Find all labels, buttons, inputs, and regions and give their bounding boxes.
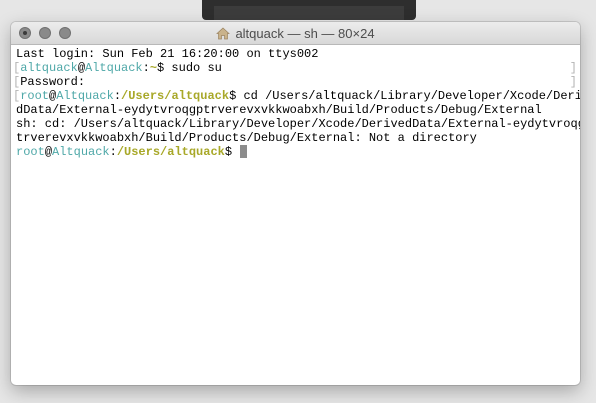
prompt-host: Altquack xyxy=(56,89,114,103)
prompt-sep: : xyxy=(113,89,122,103)
window-title-group: altquack — sh — 80×24 xyxy=(11,22,580,44)
terminal-line-sudo: [altquack@Altquack:~$ sudo su] xyxy=(13,61,577,75)
text-cursor xyxy=(240,145,248,158)
error-text: sh: cd: /Users/altquack/Library/Develope… xyxy=(16,117,580,131)
last-login-text: Last login: Sun Feb 21 16:20:00 on ttys0… xyxy=(16,47,319,61)
password-prompt: Password: xyxy=(20,75,86,89)
prompt-user: root xyxy=(16,145,45,159)
terminal-line-error-2: trverevxvkkwoabxh/Build/Products/Debug/E… xyxy=(16,131,575,145)
prompt-at: @ xyxy=(77,61,86,75)
background-window xyxy=(202,0,416,20)
mark-bracket-right: ] xyxy=(569,61,577,75)
error-text-continued: trverevxvkkwoabxh/Build/Products/Debug/E… xyxy=(16,131,477,145)
terminal-line-cd-continued: dData/External-eydytvroqgptrverevxvkkwoa… xyxy=(16,103,575,117)
prompt-sep: : xyxy=(109,145,117,159)
title-bar[interactable]: altquack — sh — 80×24 xyxy=(11,22,580,45)
prompt-user: root xyxy=(20,89,50,103)
background-window-content xyxy=(214,6,404,20)
prompt-host: Altquack xyxy=(52,145,110,159)
prompt-host: Altquack xyxy=(85,61,143,75)
prompt-symbol: $ xyxy=(224,145,233,159)
prompt-path: /Users/altquack xyxy=(121,89,230,103)
command-text: sudo su xyxy=(164,61,222,75)
terminal-line-cd: [root@Altquack:/Users/altquack$ cd /User… xyxy=(13,89,580,103)
window-title: altquack — sh — 80×24 xyxy=(235,25,375,41)
terminal-line-password: [Password:] xyxy=(13,75,577,89)
mark-bracket-right: ] xyxy=(569,75,577,89)
prompt-path: ~ xyxy=(149,61,158,75)
prompt-sep: : xyxy=(142,61,150,75)
prompt-at: @ xyxy=(44,145,53,159)
terminal-output[interactable]: Last login: Sun Feb 21 16:20:00 on ttys0… xyxy=(11,45,580,385)
terminal-line-current-prompt: root@Altquack:/Users/altquack$ xyxy=(16,145,575,159)
terminal-window: altquack — sh — 80×24 Last login: Sun Fe… xyxy=(11,22,580,385)
prompt-path: /Users/altquack xyxy=(116,145,225,159)
terminal-line-last-login: Last login: Sun Feb 21 16:20:00 on ttys0… xyxy=(16,47,575,61)
command-input[interactable] xyxy=(232,145,239,159)
command-text: cd /Users/altquack/Library/Developer/Xco… xyxy=(236,89,580,103)
prompt-user: altquack xyxy=(20,61,78,75)
command-text-continued: dData/External-eydytvroqgptrverevxvkkwoa… xyxy=(16,103,542,117)
terminal-line-error-1: sh: cd: /Users/altquack/Library/Develope… xyxy=(16,117,580,131)
house-icon xyxy=(216,27,231,39)
